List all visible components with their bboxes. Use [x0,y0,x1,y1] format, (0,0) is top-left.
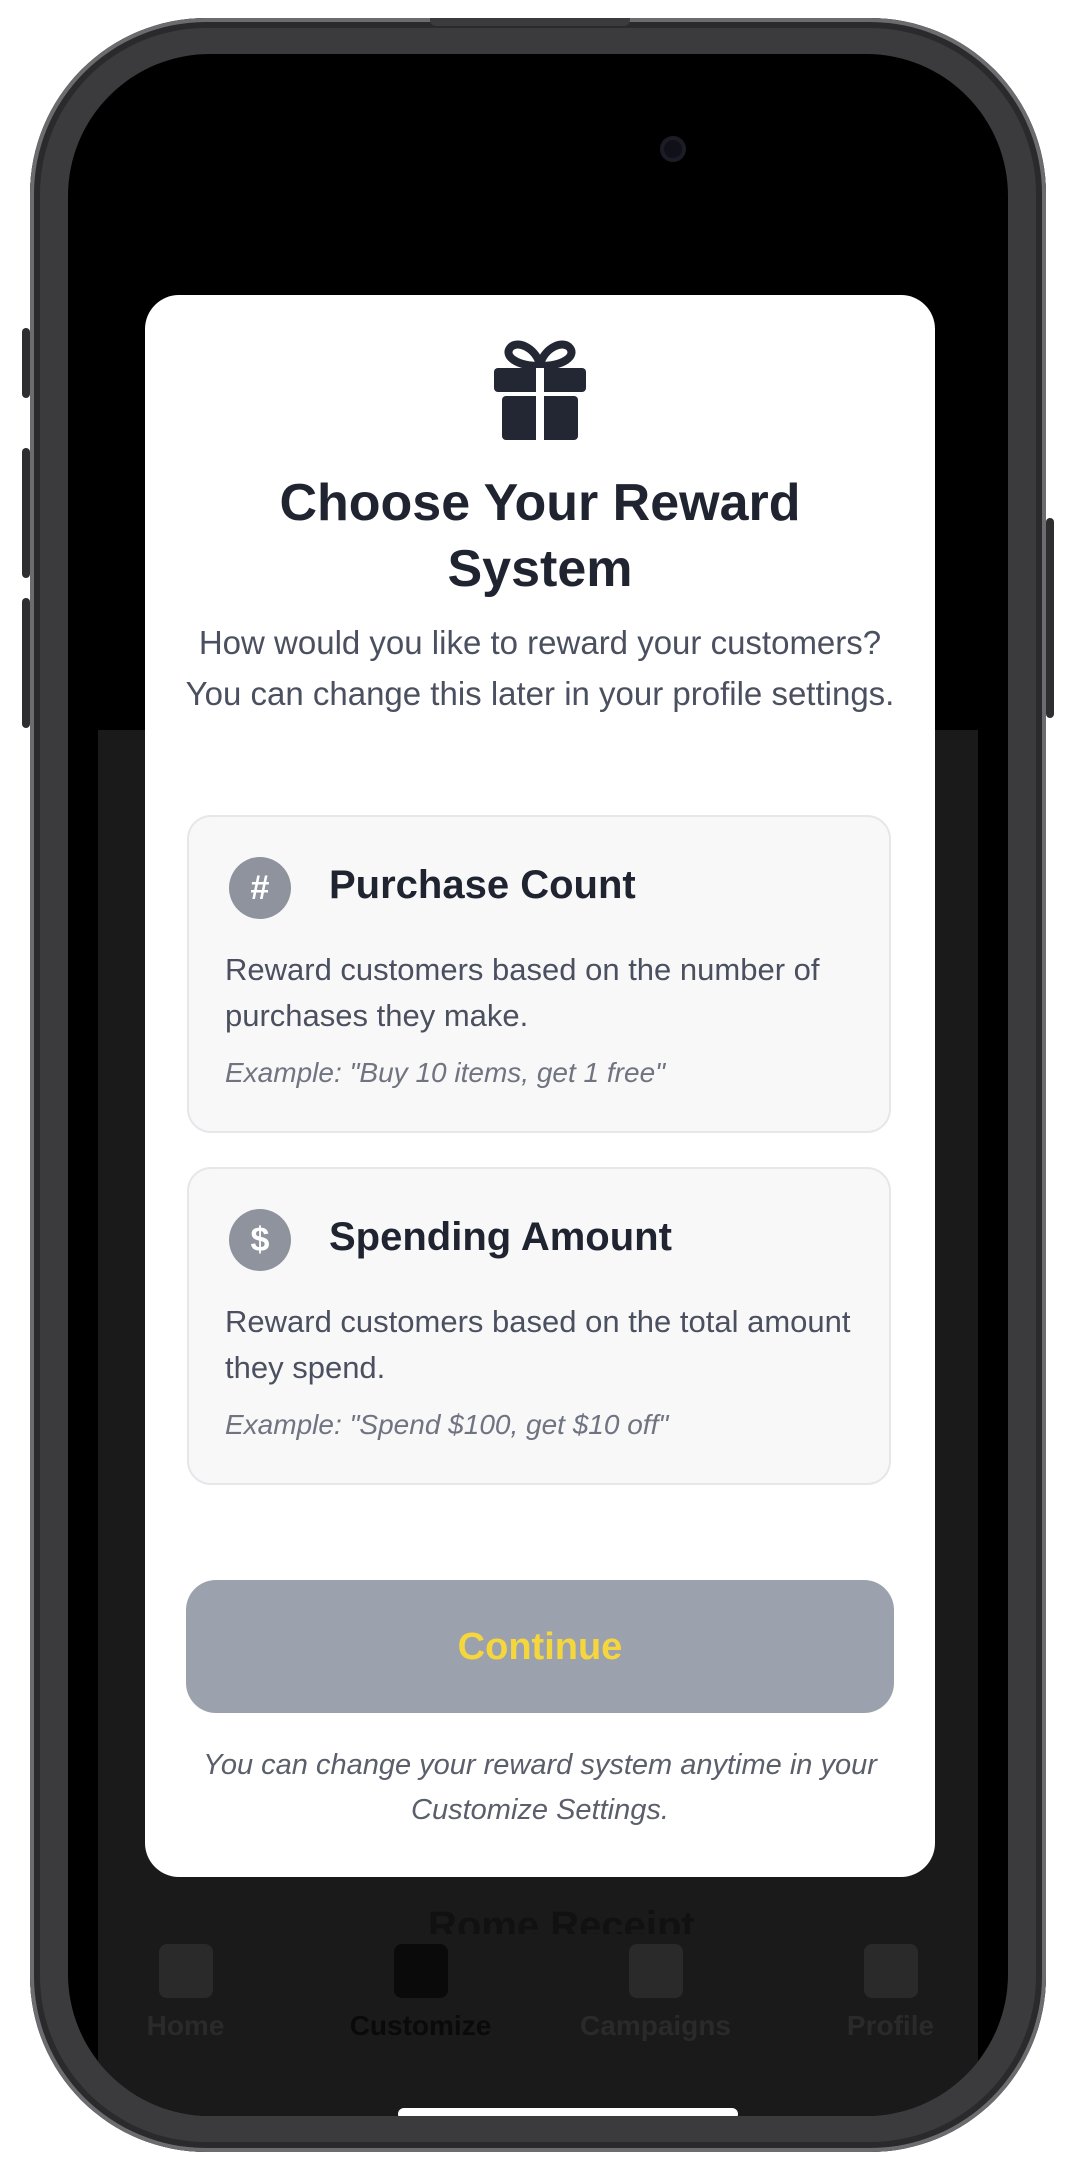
home-icon [158,1944,213,1998]
option-title: Spending Amount [329,1215,672,1259]
option-example: Example: "Spend $100, get $10 off" [225,1409,669,1440]
hash-icon: # [229,857,291,919]
background-title: Rome Receipt [428,1904,695,1934]
option-spending-amount[interactable]: $ Spending Amount Reward customers based… [187,1167,891,1485]
option-description: Reward customers based on the total amou… [225,1304,851,1385]
person-icon [863,1944,918,1998]
footnote: You can change your reward system anytim… [203,1749,877,1826]
power-button [1046,518,1054,718]
tab-label: Campaigns [580,2010,731,2041]
continue-button[interactable]: Continue [186,1580,894,1713]
tab-label: Home [146,2010,225,2041]
megaphone-icon [628,1944,683,1998]
home-indicator[interactable] [398,2108,738,2116]
gift-icon [494,340,586,440]
option-title: Purchase Count [329,863,636,907]
dollar-icon: $ [229,1209,291,1271]
action-button [22,328,30,398]
modal-title: Choose Your Reward System [279,474,801,598]
brush-icon [393,1944,448,1998]
tab-customize[interactable]: Customize [321,1944,521,2114]
tab-home[interactable]: Home [86,1944,286,2114]
tab-profile[interactable]: Profile [791,1944,991,2114]
option-description: Reward customers based on the number of … [225,952,820,1033]
tab-bar: Home Customize Campaigns Profile [68,1944,1008,2114]
option-example: Example: "Buy 10 items, get 1 free" [225,1057,666,1088]
option-purchase-count[interactable]: # Purchase Count Reward customers based … [187,815,891,1133]
camera-icon [660,136,686,162]
speaker-notch [430,18,630,26]
reward-system-modal: Choose Your Reward System How would you … [145,295,935,1877]
modal-subtitle: How would you like to reward your custom… [185,624,895,712]
tab-campaigns[interactable]: Campaigns [556,1944,756,2114]
volume-down-button [22,598,30,728]
tab-label: Customize [349,2010,492,2041]
tab-label: Profile [846,2010,935,2041]
volume-up-button [22,448,30,578]
